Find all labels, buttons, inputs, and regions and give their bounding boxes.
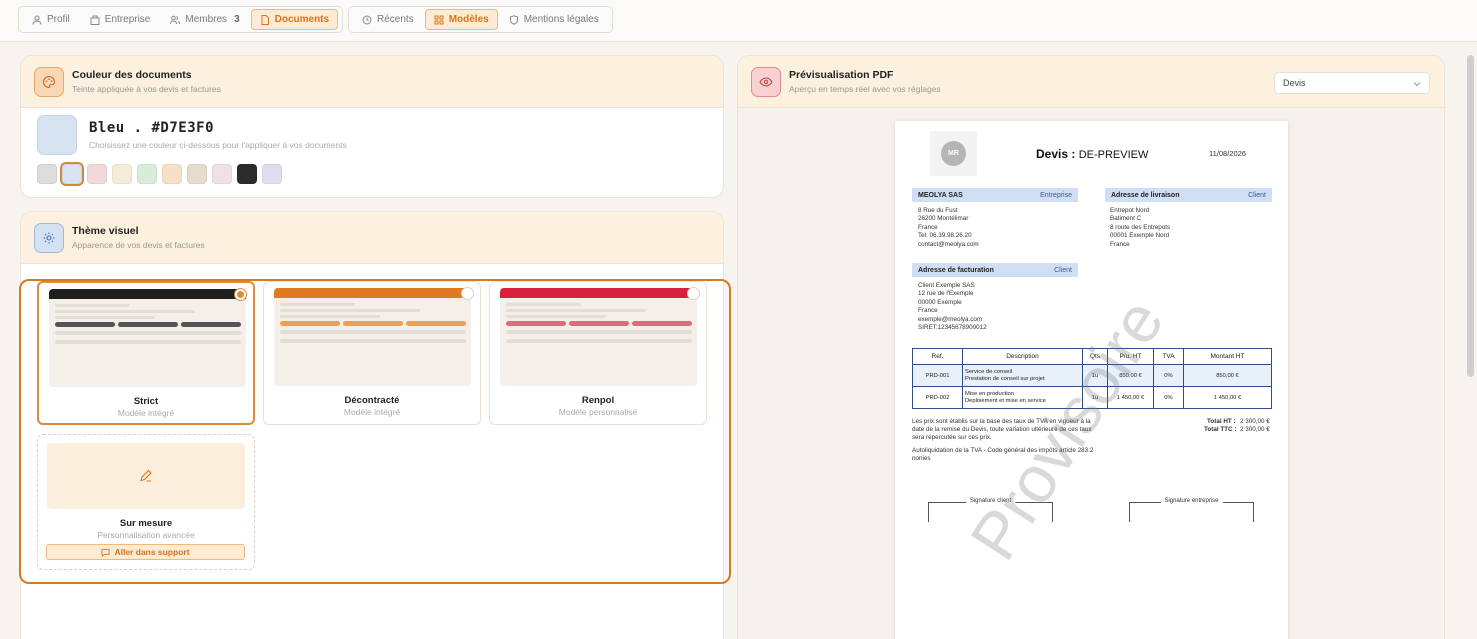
- tab-label: Entreprise: [104, 14, 151, 25]
- tab-label: Profil: [47, 14, 70, 25]
- color-swatch[interactable]: [262, 164, 282, 184]
- panel-subtitle: Apparence de vos devis et factures: [72, 240, 205, 250]
- panel-header: Prévisualisation PDF Aperçu en temps rée…: [738, 56, 1444, 108]
- company-signature-box: Signature entreprise: [1129, 498, 1254, 522]
- document-icon: [261, 14, 269, 25]
- eye-icon: [751, 66, 781, 97]
- sun-icon: [34, 222, 64, 253]
- tab-recents[interactable]: Récents: [353, 9, 423, 30]
- users-icon: [170, 15, 181, 24]
- color-hint: Choisissez une couleur ci-dessous pour l…: [89, 140, 347, 150]
- members-count-badge: 3: [234, 14, 240, 25]
- color-swatch[interactable]: [137, 164, 157, 184]
- total-ttc-label: Total TTC :: [1204, 426, 1237, 433]
- color-swatch[interactable]: [237, 164, 257, 184]
- panel-header: Thème visuel Apparence de vos devis et f…: [21, 212, 723, 264]
- total-ttc-value: 2 300,00 €: [1240, 426, 1270, 433]
- panel-title: Thème visuel: [72, 225, 139, 237]
- panel-title: Couleur des documents: [72, 69, 192, 81]
- palette-icon: [34, 66, 64, 97]
- billing-header: Adresse de facturation Client: [912, 263, 1078, 277]
- shield-icon: [509, 14, 518, 25]
- billing-address: Client Exemple SAS 12 rue de l'Exemple 000…: [918, 282, 987, 332]
- grid-icon: [434, 15, 444, 24]
- delivery-tag: Client: [1248, 191, 1266, 199]
- signature-label: Signature entreprise: [1160, 498, 1223, 504]
- settings-tab-group: Profil Entreprise Membres 3 Documents: [18, 6, 344, 33]
- tab-label: Membres: [185, 14, 228, 25]
- documents-subtab-group: Récents Modèles Mentions légales: [348, 6, 613, 33]
- delivery-address: Entrepot Nord Batiment C8 route des Entre…: [1110, 207, 1171, 248]
- document-date: 11/08/2026: [1209, 149, 1246, 158]
- pdf-document-preview: MR Devis : DE-PREVIEW 11/08/2026 MEOLYA …: [895, 121, 1288, 639]
- focus-highlight-outline: [19, 279, 731, 584]
- color-swatch[interactable]: [212, 164, 232, 184]
- user-icon: [32, 15, 42, 25]
- company-logo: MR: [930, 131, 977, 176]
- tab-label: Modèles: [448, 14, 489, 25]
- issuer-tag: Entreprise: [1040, 191, 1072, 199]
- clock-icon: [362, 15, 372, 24]
- color-swatch[interactable]: [162, 164, 182, 184]
- selected-color-name: Bleu . #D7E3F0: [89, 120, 215, 136]
- logo-initials: MR: [941, 141, 966, 166]
- panel-header: Couleur des documents Teinte appliquée à…: [21, 56, 723, 108]
- issuer-address: 8 Rue du Fust 26200 Montélimar France Tel: …: [918, 207, 979, 248]
- tab-label: Mentions légales: [523, 14, 599, 25]
- document-title: Devis : DE-PREVIEW: [1036, 147, 1148, 161]
- color-swatch[interactable]: [87, 164, 107, 184]
- color-swatch[interactable]: [187, 164, 207, 184]
- color-swatch[interactable]: [112, 164, 132, 184]
- tab-documents[interactable]: Documents: [250, 9, 339, 30]
- page-scrollbar[interactable]: [1467, 55, 1474, 377]
- panel-subtitle: Teinte appliquée à vos devis et factures: [72, 84, 221, 94]
- pdf-preview-panel: Prévisualisation PDF Aperçu en temps rée…: [737, 55, 1445, 639]
- title-prefix: Devis :: [1036, 147, 1076, 161]
- issuer-header: MEOLYA SAS Entreprise: [912, 188, 1078, 202]
- billing-title: Adresse de facturation: [918, 266, 994, 274]
- billing-tag: Client: [1054, 266, 1072, 274]
- color-swatch[interactable]: [60, 162, 84, 186]
- tab-profil[interactable]: Profil: [23, 9, 79, 30]
- tab-label: Récents: [377, 14, 414, 25]
- panel-title: Prévisualisation PDF: [789, 69, 894, 81]
- color-swatch-list: [37, 162, 282, 186]
- chevron-down-icon: [1413, 82, 1421, 87]
- selected-color-preview: [37, 115, 77, 155]
- tab-label: Documents: [274, 14, 330, 25]
- select-value: Devis: [1283, 78, 1306, 88]
- tab-entreprise[interactable]: Entreprise: [81, 9, 160, 30]
- tab-mentions-legales[interactable]: Mentions légales: [500, 9, 608, 30]
- tab-membres[interactable]: Membres 3: [161, 9, 248, 30]
- tab-modeles[interactable]: Modèles: [424, 9, 498, 30]
- document-number: DE-PREVIEW: [1078, 149, 1149, 161]
- panel-subtitle: Aperçu en temps réel avec vos réglages: [789, 84, 941, 94]
- delivery-title: Adresse de livraison: [1111, 191, 1180, 199]
- issuer-name: MEOLYA SAS: [918, 191, 963, 199]
- document-color-panel: Couleur des documents Teinte appliquée à…: [20, 55, 724, 198]
- delivery-header: Adresse de livraison Client: [1105, 188, 1272, 202]
- color-swatch[interactable]: [37, 164, 57, 184]
- top-nav: Profil Entreprise Membres 3 Documents Ré…: [0, 0, 1477, 42]
- building-icon: [90, 15, 100, 25]
- document-type-select[interactable]: Devis: [1274, 72, 1430, 94]
